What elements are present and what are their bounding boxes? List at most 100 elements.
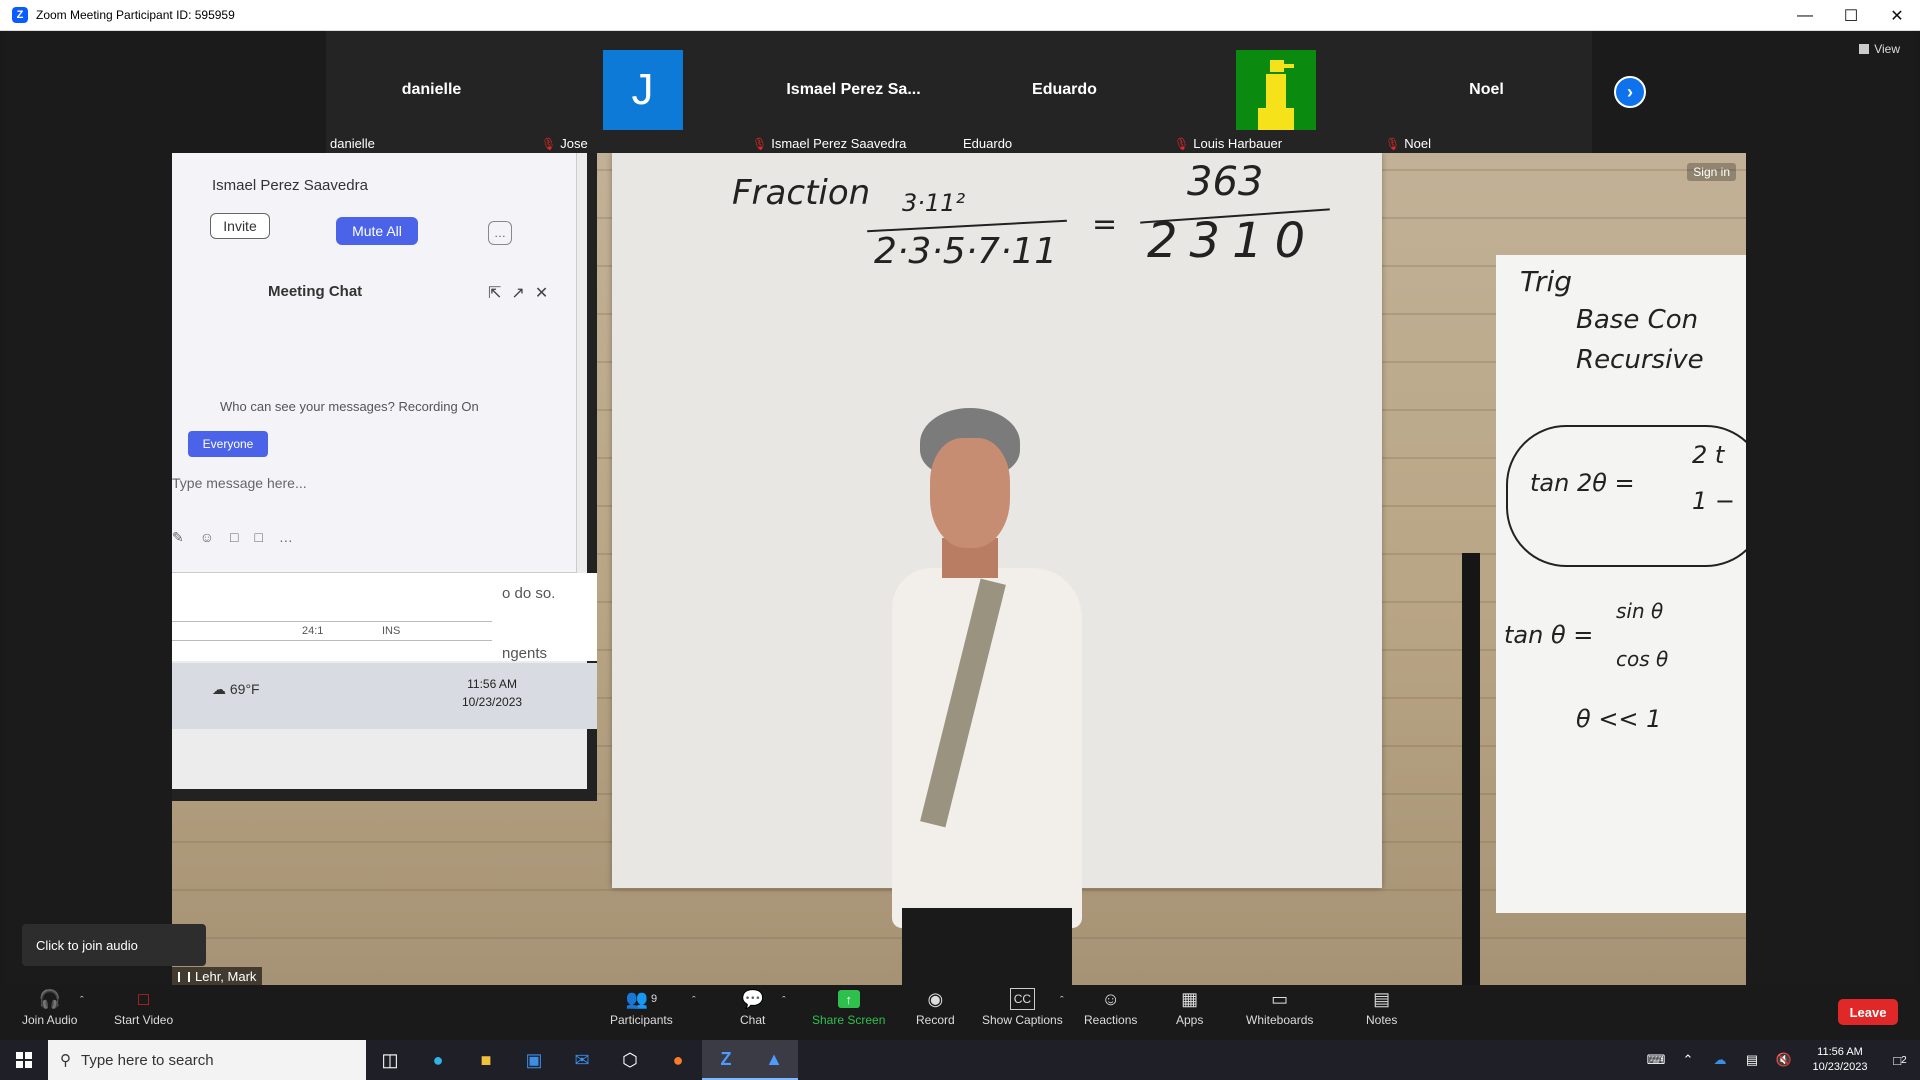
zoom-app-icon[interactable]: Z: [702, 1040, 750, 1080]
participant-tile[interactable]: J 🎙 Jose: [537, 31, 748, 153]
view-label: View: [1874, 42, 1900, 56]
record-button[interactable]: ◉ Record: [916, 988, 955, 1028]
search-placeholder: Type here to search: [81, 1051, 214, 1069]
participant-name: Louis Harbauer: [1193, 136, 1283, 151]
search-icon: ⚲: [60, 1052, 71, 1069]
store-icon[interactable]: ▣: [510, 1040, 558, 1080]
sign-in-link[interactable]: Sign in: [1687, 163, 1736, 181]
chat-window-icons: ⇱↗✕: [488, 285, 559, 302]
meeting-toolbar: 🎧 Join Audio ˆ □ Start Video 👥 9 Particip…: [6, 985, 1914, 1035]
participants-options-caret[interactable]: ˆ: [692, 995, 696, 1007]
mail-icon[interactable]: ✉: [558, 1040, 606, 1080]
projected-time: 11:56 AM: [467, 677, 517, 691]
close-button[interactable]: ✕: [1874, 0, 1920, 31]
reactions-button[interactable]: ☺ Reactions: [1084, 988, 1137, 1028]
minimize-button[interactable]: —: [1782, 0, 1828, 31]
avatar: J: [602, 50, 683, 130]
edge-icon[interactable]: ●: [414, 1040, 462, 1080]
leave-button[interactable]: Leave: [1838, 999, 1898, 1025]
view-button[interactable]: View: [1859, 42, 1900, 56]
share-screen-button[interactable]: ↑ Share Screen: [812, 988, 885, 1027]
participant-name-label: 🎙 Noel: [1385, 136, 1431, 151]
participant-tile[interactable]: Ismael Perez Sa... 🎙 Ismael Perez Saavedr…: [748, 31, 959, 153]
record-label: Record: [916, 1013, 955, 1027]
onedrive-icon[interactable]: ☁: [1704, 1052, 1736, 1068]
participants-button[interactable]: 👥 9 Participants: [610, 988, 673, 1028]
board-text: cos θ: [1616, 647, 1669, 671]
windows-taskbar: ⚲ Type here to search ◫ ● ■ ▣ ✉ ⬡ ● Z ▲ …: [0, 1040, 1920, 1080]
avatar: [1235, 50, 1316, 130]
whiteboards-button[interactable]: ▭ Whiteboards: [1246, 988, 1313, 1028]
mic-muted-icon: 🎙: [1174, 136, 1190, 151]
apps-button[interactable]: ▦ Apps: [1176, 988, 1203, 1028]
board-stand: [1462, 553, 1480, 985]
app-cube-icon[interactable]: ⬡: [606, 1040, 654, 1080]
firefox-icon[interactable]: ●: [654, 1040, 702, 1080]
start-video-label: Start Video: [114, 1013, 174, 1027]
whiteboard-denominator: 2·3·5·7·11: [874, 231, 1058, 272]
participant-name: Jose: [560, 136, 588, 151]
file-explorer-icon[interactable]: ■: [462, 1040, 510, 1080]
taskbar-search[interactable]: ⚲ Type here to search: [48, 1040, 366, 1080]
presenter-figure: [862, 408, 1102, 985]
chevron-up-icon[interactable]: ⌃: [1672, 1052, 1704, 1068]
doc-fragment: o do so.: [502, 585, 556, 602]
join-audio-tooltip: Click to join audio: [22, 924, 206, 966]
audio-options-caret[interactable]: ˆ: [80, 995, 84, 1007]
notification-icon[interactable]: □ 2: [1880, 1053, 1920, 1068]
main-video: Fraction 3·11² 2·3·5·7·11 = 363 2310 Tri…: [172, 153, 1746, 985]
projected-mute-all: Mute All: [336, 217, 418, 245]
system-tray: ⌨ ⌃ ☁ ▤ 🔇 11:56 AM 10/23/2023 □ 2: [1640, 1040, 1920, 1080]
projected-invite: Invite: [210, 213, 270, 239]
signal-icon: [178, 971, 190, 982]
participant-tile[interactable]: Noel 🎙 Noel: [1381, 31, 1592, 153]
chat-icon: 💬: [741, 988, 764, 1009]
participant-name-label: 🎙 Jose: [541, 136, 588, 151]
chat-options-caret[interactable]: ˆ: [782, 995, 786, 1007]
video-off-icon: □: [138, 988, 150, 1009]
next-page-button[interactable]: ›: [1592, 31, 1668, 153]
volume-muted-icon[interactable]: 🔇: [1768, 1052, 1800, 1068]
zoom-logo-icon: Z: [12, 7, 28, 23]
window-title: Zoom Meeting Participant ID: 595959: [36, 8, 235, 22]
captions-options-caret[interactable]: ˆ: [1060, 995, 1064, 1007]
apps-icon: ▦: [1181, 988, 1199, 1009]
participant-name-label: 🎙 Ismael Perez Saavedra: [752, 136, 906, 151]
participant-display-name: Noel: [1469, 81, 1504, 98]
participant-avatar-wrap: [1170, 31, 1381, 149]
task-view-icon[interactable]: ◫: [366, 1040, 414, 1080]
network-icon[interactable]: ▤: [1736, 1052, 1768, 1068]
notes-label: Notes: [1366, 1013, 1398, 1027]
participant-name: Ismael Perez Saavedra: [771, 136, 907, 151]
whiteboard-word: Fraction: [732, 173, 871, 213]
projected-statusbar: 24:1 INS: [172, 621, 492, 641]
show-captions-label: Show Captions: [982, 1013, 1063, 1027]
projected-date: 10/23/2023: [462, 695, 523, 709]
participant-display-name: Eduardo: [1032, 81, 1097, 98]
participant-name: Noel: [1404, 136, 1431, 151]
projected-screen: Ismael Perez Saavedra Invite Mute All … …: [172, 153, 597, 801]
start-video-button[interactable]: □ Start Video: [114, 988, 174, 1028]
chat-button[interactable]: 💬 Chat: [740, 988, 765, 1028]
taskbar-clock[interactable]: 11:56 AM 10/23/2023: [1800, 1045, 1880, 1075]
join-audio-button[interactable]: 🎧 Join Audio: [22, 988, 77, 1028]
participant-display-name: Ismael Perez Sa...: [786, 81, 921, 98]
photos-app-icon[interactable]: ▲: [750, 1040, 798, 1080]
captions-icon: CC: [1009, 988, 1036, 1010]
participant-tile[interactable]: Eduardo Eduardo: [959, 31, 1170, 153]
show-captions-button[interactable]: CC Show Captions: [982, 988, 1063, 1027]
participant-tile[interactable]: 🎙 Louis Harbauer: [1170, 31, 1381, 153]
maximize-button[interactable]: ☐: [1828, 0, 1874, 31]
whiteboard-result-denominator: 2310: [1147, 213, 1318, 269]
windows-icon: [16, 1052, 32, 1068]
participant-name-label: Eduardo: [963, 136, 1012, 151]
notes-button[interactable]: ▤ Notes: [1366, 988, 1398, 1028]
participant-name-label: danielle: [330, 136, 375, 151]
start-button[interactable]: [0, 1040, 48, 1080]
board-text: tan θ =: [1504, 621, 1594, 649]
projected-clock: 11:56 AM 10/23/2023: [462, 675, 522, 711]
keyboard-icon[interactable]: ⌨: [1640, 1052, 1672, 1068]
taskbar-time: 11:56 AM: [1817, 1046, 1863, 1058]
participant-tile[interactable]: danielle danielle: [326, 31, 537, 153]
chat-tool-icons: ✎☺□□…: [172, 529, 309, 545]
